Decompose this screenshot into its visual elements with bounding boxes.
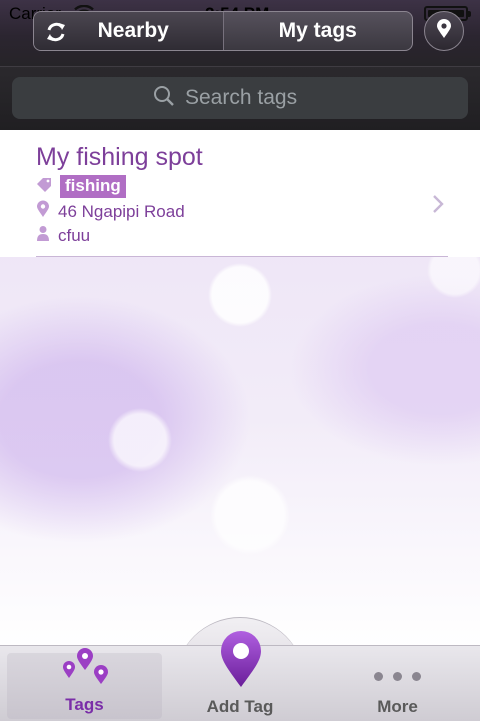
more-dots-icon <box>374 672 421 681</box>
search-input[interactable] <box>183 85 327 111</box>
tags-pins-icon <box>60 648 110 691</box>
tag-icon <box>36 177 52 197</box>
segment-my-tags-label: My tags <box>278 19 357 42</box>
list-item[interactable]: My fishing spot fishing 46 Ngapipi Road … <box>0 130 480 257</box>
segment-my-tags[interactable]: My tags <box>224 12 413 50</box>
tab-tags[interactable]: Tags <box>7 648 162 719</box>
tab-tags-label: Tags <box>65 695 104 714</box>
chevron-right-icon <box>432 194 444 219</box>
row-separator <box>36 256 448 257</box>
add-tag-pin-icon[interactable] <box>218 630 264 693</box>
map-pin-icon <box>36 200 50 223</box>
nav-header: Carrier 2:54 PM Nearby My tags <box>0 0 480 66</box>
segmented-control: Nearby My tags <box>33 11 413 51</box>
search-field[interactable] <box>12 77 468 119</box>
refresh-icon[interactable] <box>45 21 67 49</box>
user-line: cfuu <box>36 225 90 246</box>
tag-list: My fishing spot fishing 46 Ngapipi Road … <box>0 130 480 257</box>
tab-add-tag-label: Add Tag <box>206 697 274 716</box>
tag-title: My fishing spot <box>36 143 203 171</box>
search-bar <box>0 66 480 130</box>
tab-more[interactable]: More <box>320 646 475 721</box>
address-text: 46 Ngapipi Road <box>58 201 185 221</box>
location-button[interactable] <box>424 11 464 51</box>
address-line: 46 Ngapipi Road <box>36 200 185 223</box>
segment-nearby-label: Nearby <box>97 19 169 42</box>
tab-more-label: More <box>377 697 418 716</box>
tag-line: fishing <box>36 175 126 198</box>
user-text: cfuu <box>58 225 91 245</box>
search-icon <box>153 85 175 112</box>
tag-badge: fishing <box>60 175 126 198</box>
user-icon <box>36 225 50 246</box>
location-pin-icon <box>436 18 452 44</box>
segment-nearby[interactable]: Nearby <box>34 12 224 50</box>
